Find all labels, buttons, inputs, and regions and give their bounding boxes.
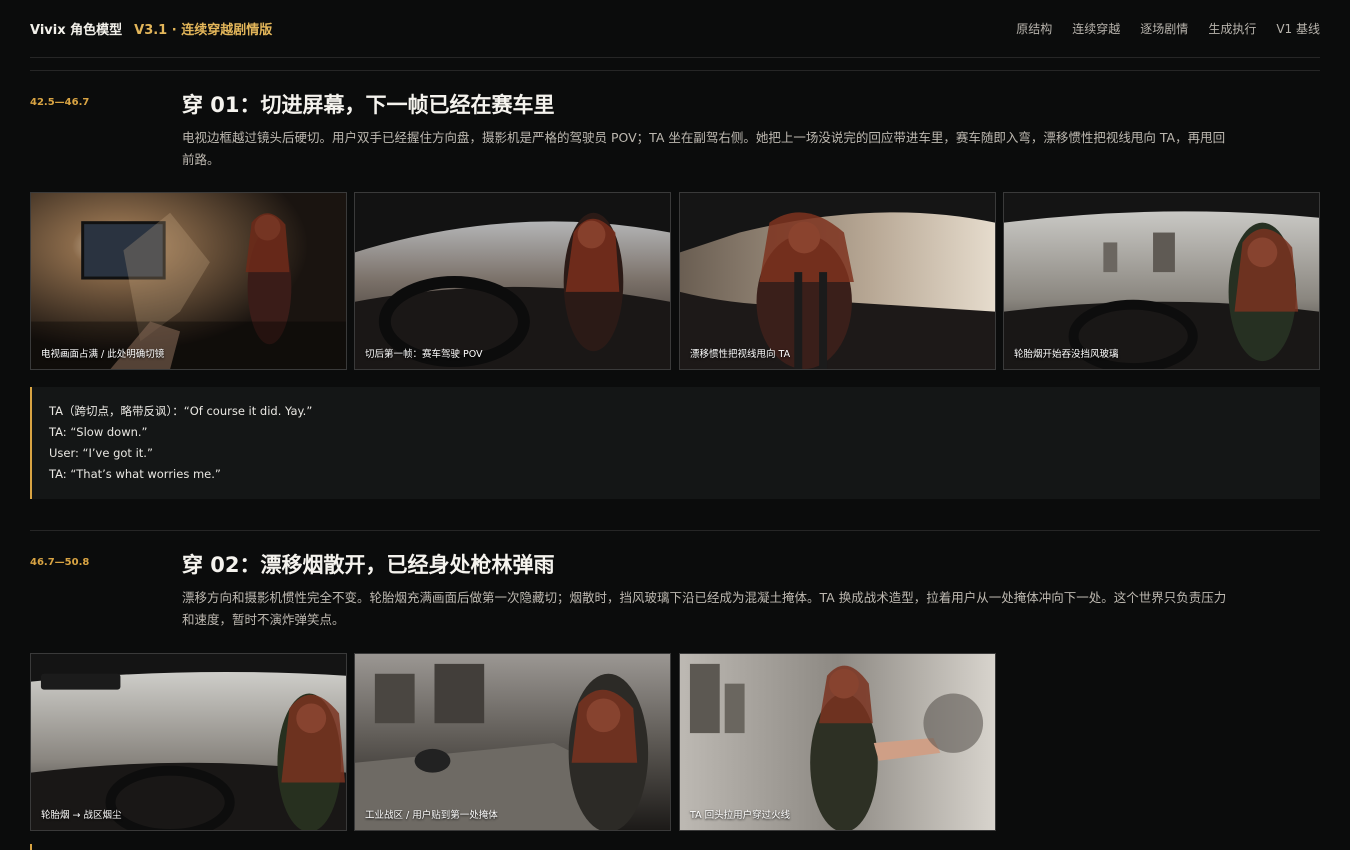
frame-caption: TA 回头拉用户穿过火线: [690, 810, 791, 821]
frame-caption: 工业战区 / 用户贴到第一处掩体: [365, 810, 498, 821]
frame-card[interactable]: TA 回头拉用户穿过火线: [679, 653, 996, 831]
frame-card[interactable]: 轮胎烟开始吞没挡风玻璃: [1003, 192, 1320, 370]
nav-item-structure[interactable]: 原结构: [1016, 20, 1052, 37]
frame-image: [355, 193, 670, 369]
dialogue-line: TA（跨切点，略带反讽）：“Of course it did. Yay.”: [49, 404, 313, 418]
nav-item-v1-baseline[interactable]: V1 基线: [1276, 20, 1320, 37]
brand-name[interactable]: Vivix 角色模型: [30, 19, 122, 38]
scene-description: 漂移方向和摄影机惯性完全不变。轮胎烟充满画面后做第一次隐藏切；烟散时，挡风玻璃下…: [182, 590, 1227, 627]
dialogue-block: TA（跨切点，略带反讽）：“Of course it did. Yay.” TA…: [30, 387, 1320, 499]
top-nav: 原结构 连续穿越 逐场剧情 生成执行 V1 基线: [1016, 20, 1320, 37]
frame-caption: 电视画面占满 / 此处明确切镜: [41, 349, 165, 360]
dialogue-line: User: “I’ve got it.”: [49, 446, 153, 460]
next-section-accent: [30, 844, 32, 850]
version-label: V3.1 · 连续穿越剧情版: [134, 23, 273, 38]
frame-caption: 轮胎烟开始吞没挡风玻璃: [1014, 349, 1119, 360]
dialogue-line: TA: “That’s what worries me.”: [49, 467, 221, 481]
frame-caption: 漂移惯性把视线甩向 TA: [690, 349, 791, 360]
frame-image: [31, 654, 346, 830]
frame-image: [1004, 193, 1319, 369]
divider: [30, 530, 1320, 531]
frame-caption: 切后第一帧：赛车驾驶 POV: [365, 349, 483, 360]
scene-title: 穿 01：切进屏幕，下一帧已经在赛车里: [182, 93, 555, 117]
nav-item-scenes[interactable]: 逐场剧情: [1140, 20, 1188, 37]
frame-image: [355, 654, 670, 830]
frame-card[interactable]: 电视画面占满 / 此处明确切镜: [30, 192, 347, 370]
scene-description: 电视边框越过镜头后硬切。用户双手已经握住方向盘，摄影机是严格的驾驶员 POV；T…: [182, 130, 1226, 167]
frame-card[interactable]: 切后第一帧：赛车驾驶 POV: [354, 192, 671, 370]
scene-timecode: 46.7—50.8: [30, 557, 90, 568]
scene-timecode: 42.5—46.7: [30, 97, 90, 108]
frame-image: [680, 193, 995, 369]
frame-card[interactable]: 漂移惯性把视线甩向 TA: [679, 192, 996, 370]
dialogue-line: TA: “Slow down.”: [49, 425, 148, 439]
nav-item-continuous[interactable]: 连续穿越: [1072, 20, 1120, 37]
frame-card[interactable]: 轮胎烟 → 战区烟尘: [30, 653, 347, 831]
brand: Vivix 角色模型 V3.1 · 连续穿越剧情版: [30, 19, 272, 38]
top-bar: Vivix 角色模型 V3.1 · 连续穿越剧情版 原结构 连续穿越 逐场剧情 …: [30, 0, 1320, 58]
divider: [30, 70, 1320, 71]
frame-card[interactable]: 工业战区 / 用户贴到第一处掩体: [354, 653, 671, 831]
scene-title: 穿 02：漂移烟散开，已经身处枪林弹雨: [182, 553, 555, 577]
frame-caption: 轮胎烟 → 战区烟尘: [41, 810, 122, 821]
frame-image: [680, 654, 995, 830]
nav-item-generation[interactable]: 生成执行: [1208, 20, 1256, 37]
frame-image: [31, 193, 346, 369]
